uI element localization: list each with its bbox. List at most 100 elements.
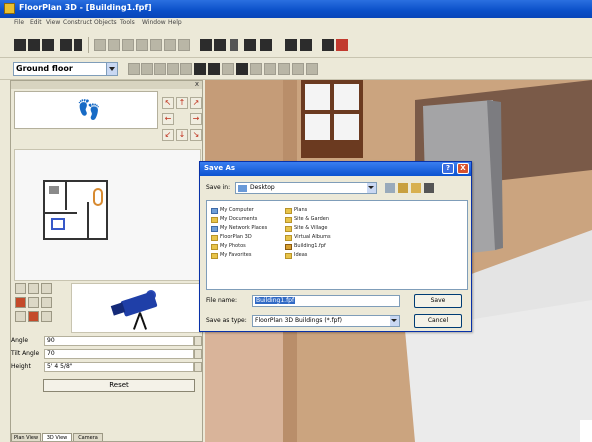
grid-icon[interactable]	[278, 63, 290, 75]
column-icon[interactable]	[222, 63, 234, 75]
door-icon[interactable]	[154, 63, 166, 75]
arrow-down-left-icon[interactable]: ↙	[162, 129, 174, 141]
open-file-icon[interactable]	[28, 39, 40, 51]
record-icon[interactable]	[28, 311, 39, 322]
paste-icon[interactable]	[122, 39, 134, 51]
list-item-site-village[interactable]: Site & Village	[285, 225, 327, 233]
menu-file[interactable]: File	[14, 19, 24, 26]
height-field[interactable]: 5' 4 5/8"	[44, 362, 194, 372]
list-item-virtual-albums[interactable]: Virtual Albums	[285, 234, 331, 242]
stairs-icon[interactable]	[180, 63, 192, 75]
pan-icon[interactable]	[15, 297, 26, 308]
list-item-my-network-places[interactable]: My Network Places	[211, 225, 267, 233]
rotate-icon[interactable]	[28, 297, 39, 308]
mini-plan-view[interactable]	[14, 149, 201, 281]
terrain-icon[interactable]	[250, 63, 262, 75]
chevron-down-icon[interactable]	[367, 183, 376, 193]
tab-plan-view[interactable]: Plan View	[11, 433, 41, 441]
zoom-in-icon[interactable]	[15, 283, 26, 294]
list-item-my-computer[interactable]: My Computer	[211, 207, 254, 215]
cancel-button[interactable]: Cancel	[414, 314, 462, 328]
layers-icon[interactable]	[306, 63, 318, 75]
menu-help[interactable]: Help	[168, 19, 182, 26]
new-file-icon[interactable]	[14, 39, 26, 51]
menu-view[interactable]: View	[46, 19, 60, 26]
properties-icon[interactable]	[178, 39, 190, 51]
list-item-my-documents[interactable]: My Documents	[211, 216, 257, 224]
pointer-icon[interactable]	[128, 63, 140, 75]
save-in-select[interactable]: Desktop	[235, 182, 377, 194]
zoom-out-icon[interactable]	[28, 283, 39, 294]
tilt-icon[interactable]	[41, 297, 52, 308]
arrow-up-right-icon[interactable]: ↗	[190, 97, 202, 109]
roof-icon[interactable]	[194, 63, 206, 75]
save-icon[interactable]	[42, 39, 54, 51]
panel-close-icon[interactable]: x	[195, 81, 199, 88]
menu-objects[interactable]: Objects	[94, 19, 117, 26]
text-icon[interactable]	[230, 39, 238, 51]
label-icon[interactable]	[264, 63, 276, 75]
help-icon[interactable]: ?	[442, 163, 454, 174]
chevron-down-icon[interactable]	[106, 63, 117, 75]
zoom-fit-icon[interactable]	[41, 283, 52, 294]
menu-edit[interactable]: Edit	[30, 19, 42, 26]
camera-icon[interactable]	[285, 39, 297, 51]
height-spinner[interactable]	[194, 362, 202, 372]
save-button[interactable]: Save	[414, 294, 462, 308]
list-item-plans[interactable]: Plans	[285, 207, 307, 215]
window-icon[interactable]	[167, 63, 179, 75]
up-folder-icon[interactable]	[398, 183, 408, 193]
arrow-down-right-icon[interactable]: ↘	[190, 129, 202, 141]
arrow-up-icon[interactable]: ↑	[176, 97, 188, 109]
floor-select[interactable]: Ground floor	[13, 62, 118, 76]
cut-icon[interactable]	[94, 39, 106, 51]
tilt-angle-field[interactable]: 70	[44, 349, 194, 359]
render-icon[interactable]	[260, 39, 272, 51]
tilt-angle-spinner[interactable]	[194, 349, 202, 359]
list-item-my-favorites[interactable]: My Favorites	[211, 252, 251, 260]
tab-camera[interactable]: Camera	[73, 433, 103, 441]
tab-3d-view[interactable]: 3D View	[42, 433, 72, 441]
sun-icon[interactable]	[300, 39, 312, 51]
back-icon[interactable]	[385, 183, 395, 193]
list-item-floorplan-3d[interactable]: FloorPlan 3D	[211, 234, 252, 242]
file-name-input[interactable]: Building1.fpf	[252, 295, 400, 307]
delete-icon[interactable]	[164, 39, 176, 51]
measure-icon[interactable]	[244, 39, 256, 51]
view-icon[interactable]	[15, 311, 26, 322]
print-icon[interactable]	[60, 39, 72, 51]
angle-field[interactable]: 90	[44, 336, 194, 346]
paint-icon[interactable]	[336, 39, 348, 51]
arrow-up-left-icon[interactable]: ↖	[162, 97, 174, 109]
arrow-left-icon[interactable]: ←	[162, 113, 174, 125]
arrow-down-icon[interactable]: ↓	[176, 129, 188, 141]
copy-icon[interactable]	[108, 39, 120, 51]
menu-construct[interactable]: Construct	[63, 19, 92, 26]
arrow-right-icon[interactable]: →	[190, 113, 202, 125]
wall-icon[interactable]	[141, 63, 153, 75]
new-folder-icon[interactable]	[411, 183, 421, 193]
dialog-title-bar[interactable]: Save As ? X	[200, 162, 471, 176]
reset-button[interactable]: Reset	[43, 379, 195, 392]
menu-tools[interactable]: Tools	[120, 19, 135, 26]
title-bar[interactable]: FloorPlan 3D - [Building1.fpf]	[0, 0, 592, 18]
help-pointer-icon[interactable]	[74, 39, 82, 51]
close-icon[interactable]: X	[457, 163, 469, 174]
chevron-down-icon[interactable]	[390, 316, 399, 326]
snap-icon[interactable]	[292, 63, 304, 75]
library-icon[interactable]	[214, 39, 226, 51]
save-type-select[interactable]: FloorPlan 3D Buildings (*.fpf)	[252, 315, 400, 327]
walk-mode-button[interactable]: 👣	[14, 91, 158, 129]
list-item-site-garden[interactable]: Site & Garden	[285, 216, 329, 224]
settings-icon[interactable]	[41, 311, 52, 322]
tools-icon[interactable]	[322, 39, 334, 51]
list-item-my-photos[interactable]: My Photos	[211, 243, 246, 251]
angle-spinner[interactable]	[194, 336, 202, 346]
menu-window[interactable]: Window	[142, 19, 166, 26]
list-item-ideas[interactable]: Ideas	[285, 252, 307, 260]
zoom-icon[interactable]	[200, 39, 212, 51]
view-menu-icon[interactable]	[424, 183, 434, 193]
undo-icon[interactable]	[136, 39, 148, 51]
dimension-icon[interactable]	[236, 63, 248, 75]
floor-icon[interactable]	[208, 63, 220, 75]
